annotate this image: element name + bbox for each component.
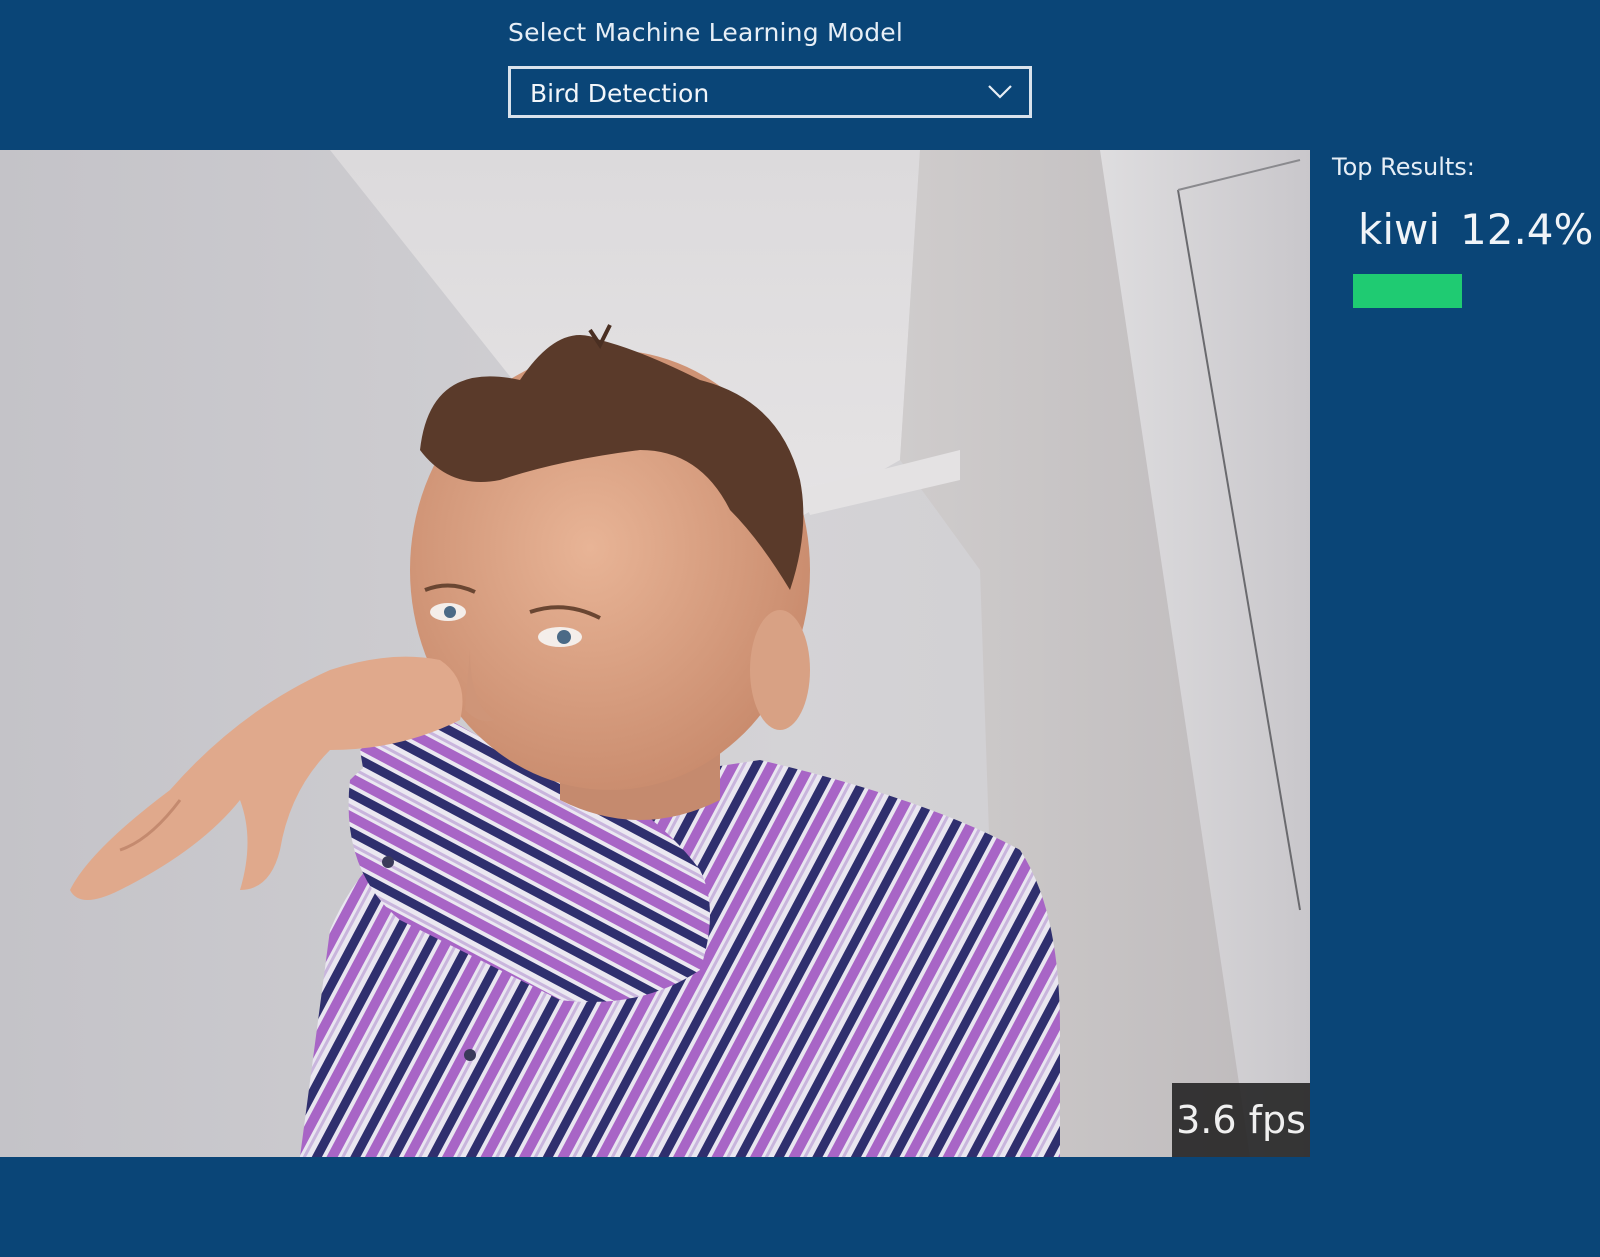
fps-text: 3.6 fps — [1176, 1098, 1306, 1142]
model-select-label: Select Machine Learning Model — [508, 18, 904, 47]
result-label: kiwi — [1358, 205, 1441, 254]
model-dropdown-value: Bird Detection — [530, 79, 710, 108]
fps-counter: 3.6 fps — [1172, 1083, 1310, 1157]
top-results-title: Top Results: — [1332, 153, 1475, 181]
camera-preview: 3.6 fps — [0, 150, 1310, 1157]
result-item: kiwi 12.4% — [1358, 205, 1593, 254]
camera-frame-image — [0, 150, 1310, 1157]
app-window: Select Machine Learning Model Bird Detec… — [0, 0, 1600, 1257]
model-dropdown[interactable]: Bird Detection — [508, 66, 1032, 118]
result-confidence-bar — [1353, 274, 1600, 308]
chevron-down-icon — [988, 85, 1012, 99]
result-percent: 12.4% — [1460, 205, 1594, 254]
result-confidence-bar-fill — [1353, 274, 1463, 308]
